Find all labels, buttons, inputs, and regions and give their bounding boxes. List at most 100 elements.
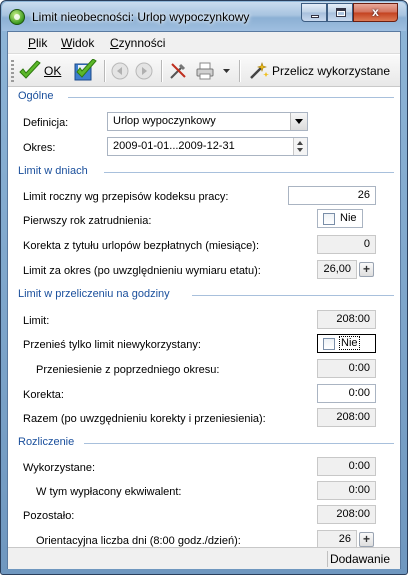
przenies-label: Przenieś tylko limit niewykorzystany:	[23, 339, 201, 351]
close-button[interactable]: x	[353, 3, 398, 22]
pozostalo-field: 208:00	[317, 505, 376, 524]
ok-label: OK	[44, 64, 61, 78]
checkbox-box[interactable]	[323, 213, 335, 225]
window-title: Limit nieobecności: Urlop wypoczynkowy	[32, 10, 250, 24]
menu-widok[interactable]: Widok	[61, 36, 94, 50]
spin-up-icon[interactable]	[297, 141, 303, 145]
razem-label: Razem (po uwzgędnieniu korekty i przenie…	[23, 413, 266, 425]
limit-za-okres-plus-icon[interactable]: +	[359, 262, 374, 277]
definicja-value: Urlop wypoczynkowy	[113, 115, 216, 127]
menu-plik-hotkey: P	[28, 36, 37, 50]
limit-godziny-field: 208:00	[317, 310, 376, 329]
dialog-window: Limit nieobecności: Urlop wypoczynkowy x…	[0, 0, 408, 575]
definicja-label: Definicja:	[23, 117, 69, 129]
pozostalo-label: Pozostało:	[23, 510, 75, 522]
tools-button[interactable]	[168, 58, 188, 84]
section-general-heading: Ogólne	[18, 90, 58, 102]
limit-za-okres-field: 26,00	[317, 260, 357, 279]
maximize-button[interactable]	[327, 3, 353, 22]
definicja-select[interactable]: Urlop wypoczynkowy	[107, 112, 308, 131]
przenies-value: Nie	[339, 336, 360, 350]
section-divider	[192, 295, 394, 296]
menu-czynnosci-hotkey: C	[110, 36, 119, 50]
section-limit-days-heading: Limit w dniach	[18, 165, 92, 177]
close-icon: x	[372, 5, 379, 19]
maximize-icon	[336, 8, 346, 17]
recalculate-label: Przelicz wykorzystane	[272, 64, 391, 78]
ekwiwalent-field: 0:00	[317, 481, 376, 500]
chevron-down-icon[interactable]	[290, 113, 307, 130]
tools-icon	[170, 63, 186, 79]
menu-czynnosci[interactable]: Czynności	[110, 36, 165, 50]
save-apply-button[interactable]	[72, 58, 98, 84]
orientacyjna-plus-icon[interactable]: +	[359, 532, 374, 547]
pierwszy-rok-checkbox[interactable]: Nie	[317, 209, 363, 228]
dialog-client-area: Plik Widok Czynności OK Przelicz wykorzy…	[7, 31, 401, 569]
next-button[interactable]	[135, 58, 153, 84]
okres-value: 2009-01-01...2009-12-31	[113, 140, 235, 152]
korekta-label: Korekta:	[23, 389, 64, 401]
ekwiwalent-label: W tym wypłacony ekwiwalent:	[36, 486, 182, 498]
section-settlement-heading: Rozliczenie	[18, 436, 79, 448]
menu-plik[interactable]: Plik	[28, 36, 47, 50]
okres-field[interactable]: 2009-01-01...2009-12-31	[107, 137, 308, 156]
print-button[interactable]	[195, 58, 217, 84]
section-divider	[84, 443, 394, 444]
status-mode: Dodawanie	[329, 552, 390, 566]
section-limit-hours-heading: Limit w przeliczeniu na godziny	[18, 288, 174, 300]
limit-za-okres-label: Limit za okres (po uwzględnieniu wymiaru…	[23, 265, 261, 277]
menu-plik-rest: lik	[36, 36, 48, 50]
korekta-bezplatne-label: Korekta z tytułu urlopów bezpłatnych (mi…	[23, 240, 259, 252]
arrow-left-icon	[111, 62, 129, 80]
menu-bar: Plik Widok Czynności	[8, 32, 400, 54]
print-dropdown-button[interactable]	[222, 58, 231, 84]
ok-label-text: OK	[44, 64, 62, 78]
limit-roczny-label: Limit roczny wg przepisów kodeksu pracy:	[23, 191, 229, 203]
checkmark-icon	[19, 60, 41, 79]
spin-down-icon[interactable]	[297, 148, 303, 152]
minimize-icon	[311, 15, 319, 18]
status-bar: Dodawanie	[8, 547, 400, 569]
section-limit-days: Limit w dniach	[16, 165, 394, 179]
section-general: Ogólne	[16, 90, 394, 104]
section-limit-hours: Limit w przeliczeniu na godziny	[16, 288, 394, 302]
limit-godziny-label: Limit:	[23, 315, 50, 327]
ok-button[interactable]: OK	[18, 58, 61, 84]
recalculate-button[interactable]: Przelicz wykorzystane	[248, 58, 390, 84]
korekta-input[interactable]: 0:00	[317, 384, 376, 403]
menu-czynnosci-rest: zynności	[118, 36, 166, 50]
toolbar: OK Przelicz wykorzystane	[8, 55, 400, 87]
section-divider	[104, 172, 394, 173]
wykorzystane-label: Wykorzystane:	[23, 462, 96, 474]
printer-icon	[196, 62, 214, 80]
przeniesienie-field: 0:00	[317, 359, 376, 378]
status-separator	[327, 551, 328, 567]
pierwszy-rok-value: Nie	[340, 212, 357, 224]
checkbox-box[interactable]	[323, 338, 335, 350]
menu-widok-rest: idok	[72, 36, 95, 50]
toolbar-separator	[104, 60, 105, 82]
chevron-down-icon	[223, 69, 230, 73]
przeniesienie-label: Przeniesienie z poprzedniego okresu:	[36, 364, 220, 376]
previous-button[interactable]	[111, 58, 129, 84]
arrow-right-icon	[135, 62, 153, 80]
okres-label: Okres:	[23, 142, 56, 154]
minimize-button[interactable]	[301, 3, 327, 22]
menu-widok-hotkey: W	[61, 36, 73, 50]
limit-roczny-input[interactable]: 26	[288, 186, 376, 205]
pierwszy-rok-label: Pierwszy rok zatrudnienia:	[23, 215, 152, 227]
magic-wand-icon	[250, 62, 269, 79]
section-settlement: Rozliczenie	[16, 436, 394, 450]
toolbar-separator	[161, 60, 162, 82]
app-icon	[9, 9, 25, 25]
korekta-bezplatne-field: 0	[317, 235, 376, 254]
section-divider	[68, 97, 394, 98]
save-check-icon	[74, 59, 97, 81]
toolbar-separator	[239, 60, 240, 82]
przenies-checkbox[interactable]: Nie	[317, 334, 376, 353]
toolbar-grip[interactable]	[11, 60, 14, 82]
title-bar[interactable]: Limit nieobecności: Urlop wypoczynkowy x	[2, 2, 406, 31]
okres-spinner[interactable]	[293, 138, 307, 155]
orientacyjna-label: Orientacyjna liczba dni (8:00 godz./dzie…	[36, 535, 241, 547]
wykorzystane-field: 0:00	[317, 457, 376, 476]
